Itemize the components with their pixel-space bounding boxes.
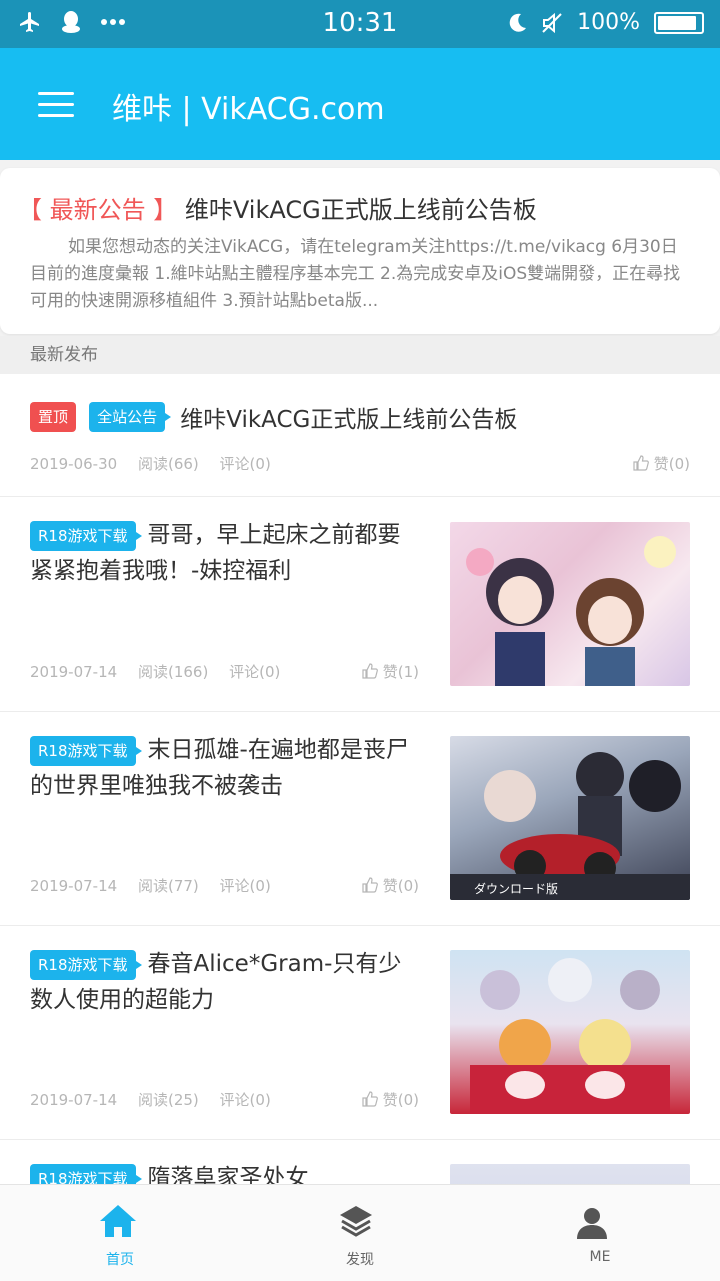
article-title-block: R18游戏下载 春音Alice*Gram-只有少数人使用的超能力 <box>30 946 420 1018</box>
like-button[interactable]: 赞(0) <box>362 1089 419 1110</box>
hamburger-menu-icon[interactable] <box>38 92 74 118</box>
status-bar: 10:31 100% <box>0 0 720 48</box>
article-meta: 2019-07-14 阅读(166) 评论(0) <box>30 661 296 682</box>
home-icon <box>100 1205 136 1237</box>
status-bar-right: 100% <box>507 10 704 35</box>
post-reads: 阅读(66) <box>137 455 199 473</box>
pinned-badge: 置顶 <box>30 402 77 432</box>
notice-card[interactable]: 【 最新公告 】 维咔VikACG正式版上线前公告板 如果您想动态的关注VikA… <box>0 168 720 334</box>
post-date: 2019-07-14 <box>30 1091 118 1109</box>
post-date: 2019-06-30 <box>30 455 118 473</box>
like-count: 赞(0) <box>382 877 420 895</box>
post-reads: 阅读(166) <box>137 663 209 681</box>
notice-header: 【 最新公告 】 维咔VikACG正式版上线前公告板 <box>18 190 537 225</box>
thumbnail-caption: ダウンロード版 <box>474 882 559 896</box>
pinned-meta: 2019-06-30 阅读(66) 评论(0) <box>30 453 287 474</box>
category-badge[interactable]: R18游戏下载 <box>30 520 142 551</box>
bottom-tab-bar: 首页 发现 ME <box>0 1184 720 1281</box>
article-title-block: R18游戏下载 末日孤雄-在遍地都是丧尸的世界里唯独我不被袭击 <box>30 732 420 804</box>
layers-icon <box>340 1206 372 1237</box>
post-comments: 评论(0) <box>219 455 271 473</box>
moon-icon <box>509 13 527 32</box>
thumbs-up-icon <box>633 455 649 471</box>
post-comments: 评论(0) <box>229 663 281 681</box>
tab-discover[interactable]: 发现 <box>240 1185 480 1281</box>
article-thumbnail[interactable] <box>450 950 690 1114</box>
article-card[interactable]: R18游戏下载 春音Alice*Gram-只有少数人使用的超能力 2019-07-… <box>0 926 720 1140</box>
app-bar: 维咔 | VikACG.com <box>0 48 720 160</box>
battery-percent: 100% <box>577 10 640 35</box>
tab-home[interactable]: 首页 <box>0 1185 240 1281</box>
tab-me[interactable]: ME <box>480 1185 720 1281</box>
pinned-title: 维咔VikACG正式版上线前公告板 <box>180 407 518 433</box>
like-button[interactable]: 赞(0) <box>362 875 419 896</box>
article-title-block: R18游戏下载 哥哥，早上起床之前都要紧紧抱着我哦！-妹控福利 <box>30 517 420 589</box>
thumbs-up-icon <box>362 877 378 893</box>
battery-fill <box>658 15 696 30</box>
thumbs-up-icon <box>362 663 378 679</box>
category-badge[interactable]: R18游戏下载 <box>30 735 142 766</box>
mute-icon <box>542 12 562 33</box>
tab-label: 首页 <box>106 1252 134 1268</box>
like-count: 赞(1) <box>382 663 420 681</box>
post-comments: 评论(0) <box>219 877 271 895</box>
category-badge[interactable]: 全站公告 <box>89 402 172 432</box>
notice-tag: 【 最新公告 】 <box>18 196 178 224</box>
notice-title: 维咔VikACG正式版上线前公告板 <box>184 196 537 224</box>
tab-label: ME <box>589 1249 611 1265</box>
thumbs-up-icon <box>362 1091 378 1107</box>
pinned-post[interactable]: 置顶 全站公告 维咔VikACG正式版上线前公告板 2019-06-30 阅读(… <box>0 374 720 497</box>
article-thumbnail[interactable]: ダウンロード版 <box>450 736 690 900</box>
article-meta: 2019-07-14 阅读(25) 评论(0) <box>30 1089 287 1110</box>
article-card[interactable]: R18游戏下载 末日孤雄-在遍地都是丧尸的世界里唯独我不被袭击 2019-07-1… <box>0 712 720 926</box>
like-count: 赞(0) <box>653 455 690 473</box>
post-date: 2019-07-14 <box>30 663 118 681</box>
like-count: 赞(0) <box>382 1091 420 1109</box>
like-button[interactable]: 赞(1) <box>362 661 419 682</box>
section-label: 最新发布 <box>0 336 720 374</box>
post-reads: 阅读(77) <box>137 877 199 895</box>
user-icon <box>577 1208 607 1239</box>
app-title: 维咔 | VikACG.com <box>112 92 385 127</box>
battery-icon <box>654 11 704 34</box>
tab-label: 发现 <box>346 1252 374 1268</box>
post-comments: 评论(0) <box>219 1091 271 1109</box>
category-badge[interactable]: R18游戏下载 <box>30 949 142 980</box>
like-button[interactable]: 赞(0) <box>633 453 690 474</box>
article-meta: 2019-07-14 阅读(77) 评论(0) <box>30 875 287 896</box>
notice-body: 如果您想动态的关注VikACG，请在telegram关注https://t.me… <box>30 237 681 311</box>
post-date: 2019-07-14 <box>30 877 118 895</box>
pinned-title-row: 置顶 全站公告 维咔VikACG正式版上线前公告板 <box>30 400 517 434</box>
post-reads: 阅读(25) <box>137 1091 199 1109</box>
article-card[interactable]: R18游戏下载 哥哥，早上起床之前都要紧紧抱着我哦！-妹控福利 2019-07-1… <box>0 497 720 712</box>
article-thumbnail[interactable] <box>450 522 690 686</box>
